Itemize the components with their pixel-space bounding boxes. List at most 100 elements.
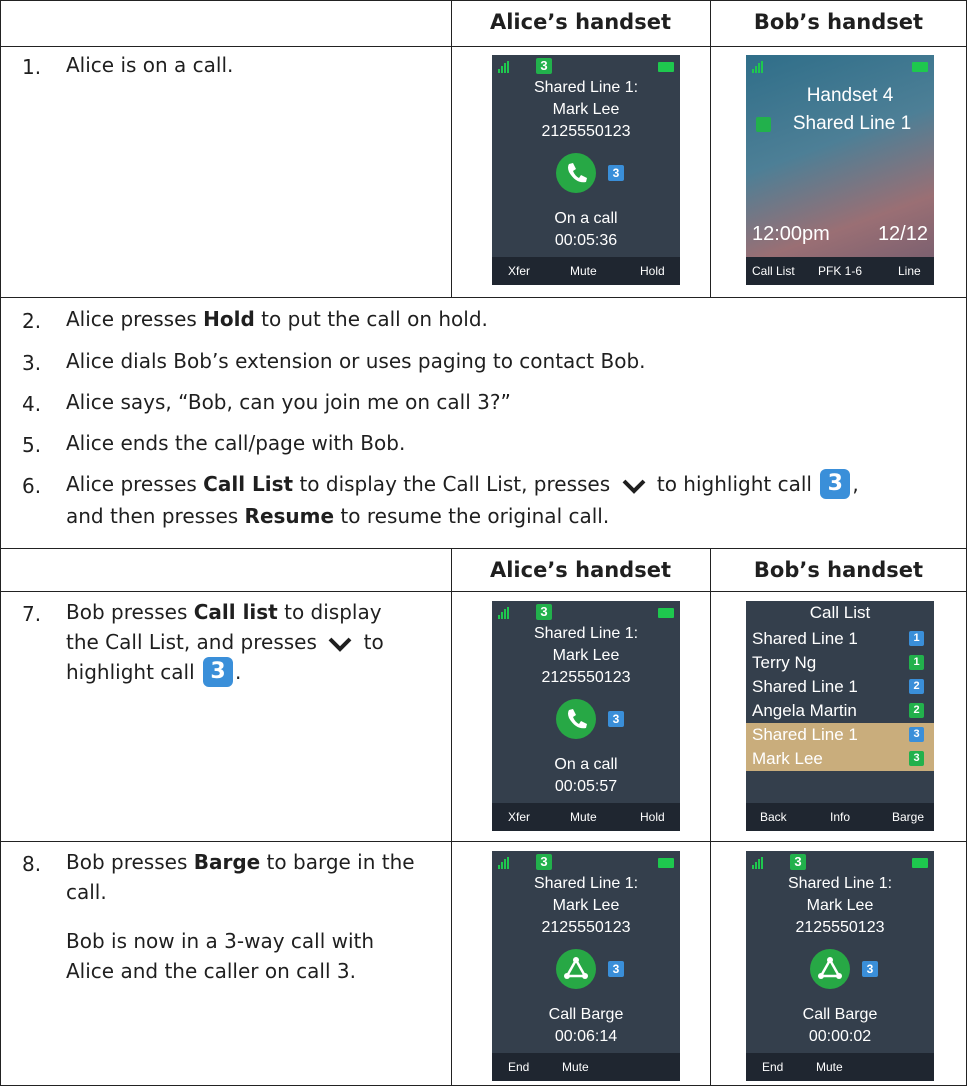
col-divider bbox=[451, 548, 452, 1086]
battery-icon bbox=[658, 62, 674, 72]
end-softkey[interactable]: End bbox=[762, 1060, 783, 1074]
handset-name: Handset 4 bbox=[806, 85, 894, 106]
call-list-item[interactable]: Shared Line 11 bbox=[746, 627, 934, 651]
chevron-down-icon bbox=[622, 479, 645, 494]
step-text: Alice says, “Bob, can you join me on cal… bbox=[66, 390, 511, 414]
softkey-bar: Xfer Mute Hold bbox=[492, 803, 680, 831]
call-list-title: Call List bbox=[746, 601, 934, 625]
battery-icon bbox=[658, 858, 674, 868]
chevron-down-icon bbox=[328, 637, 352, 652]
header-alice: Alice’s handset bbox=[489, 558, 671, 582]
softkey-bar: Xfer Mute Hold bbox=[492, 257, 680, 285]
call-line: Shared Line 1: bbox=[787, 875, 893, 892]
call-timer: 00:06:14 bbox=[554, 1028, 618, 1045]
mute-softkey[interactable]: Mute bbox=[570, 810, 597, 824]
call-3-badge-icon: 3 bbox=[820, 468, 851, 499]
caller-name: Mark Lee bbox=[552, 101, 620, 118]
line-badge: 3 bbox=[909, 727, 924, 742]
step-text: Alice presses Hold to put the call on ho… bbox=[66, 307, 488, 331]
col-divider bbox=[710, 548, 711, 1086]
softkey-bar: Back Info Barge bbox=[746, 803, 934, 831]
step-text: Alice presses Call List to display the C… bbox=[66, 468, 859, 528]
call-list-softkey[interactable]: Call List bbox=[752, 264, 795, 278]
battery-icon bbox=[912, 858, 928, 868]
hold-softkey[interactable]: Hold bbox=[640, 264, 665, 278]
pfk-softkey[interactable]: PFK 1-6 bbox=[818, 264, 862, 278]
status-bar: 3 bbox=[746, 851, 934, 873]
step-text: Alice ends the call/page with Bob. bbox=[66, 431, 406, 455]
caller-number: 2125550123 bbox=[795, 919, 885, 936]
line-badge: 2 bbox=[909, 679, 924, 694]
caller-name: Mark Lee bbox=[552, 647, 620, 664]
signal-icon bbox=[498, 607, 509, 619]
xfer-softkey[interactable]: Xfer bbox=[508, 810, 530, 824]
call-list-item[interactable]: Terry Ng 1 bbox=[746, 651, 934, 675]
bob-handset-screen: 3 Shared Line 1: Mark Lee 2125550123 3 C… bbox=[746, 851, 934, 1081]
step-number: 4. bbox=[22, 392, 42, 416]
line-label: Shared Line 1 bbox=[792, 113, 912, 134]
step-number: 3. bbox=[22, 351, 42, 375]
conference-icon bbox=[810, 949, 850, 989]
softkey-bar: End Mute bbox=[492, 1053, 680, 1081]
line-badge: 3 bbox=[536, 854, 552, 870]
step-number: 6. bbox=[22, 474, 42, 498]
phone-icon bbox=[556, 699, 596, 739]
caller-name: Mark Lee bbox=[552, 897, 620, 914]
call-3-badge-icon: 3 bbox=[608, 961, 624, 977]
line-badge: 3 bbox=[536, 604, 552, 620]
step-number: 2. bbox=[22, 309, 42, 333]
line-badge: 3 bbox=[790, 854, 806, 870]
conference-icon bbox=[556, 949, 596, 989]
call-status: On a call bbox=[554, 210, 618, 227]
caller-number: 2125550123 bbox=[541, 919, 631, 936]
row-divider bbox=[0, 841, 967, 842]
line-badge: 1 bbox=[909, 631, 924, 646]
status-bar bbox=[746, 55, 934, 77]
call-line: Shared Line 1: bbox=[533, 625, 639, 642]
status-bar: 3 bbox=[492, 55, 680, 77]
call-list-item[interactable]: Angela Martin 2 bbox=[746, 699, 934, 723]
step-number: 7. bbox=[22, 602, 42, 626]
line-badge: 1 bbox=[909, 655, 924, 670]
call-3-badge-icon: 3 bbox=[608, 711, 624, 727]
col-divider bbox=[710, 0, 711, 297]
call-status: On a call bbox=[554, 756, 618, 773]
call-list-item-selected[interactable]: Mark Lee 3 bbox=[746, 747, 934, 771]
step-text: Bob is now in a 3-way call with Alice and… bbox=[66, 929, 375, 983]
call-timer: 00:05:57 bbox=[554, 778, 618, 795]
signal-icon bbox=[498, 857, 509, 869]
line-badge: 2 bbox=[909, 703, 924, 718]
header-alice: Alice’s handset bbox=[489, 10, 671, 34]
call-list-item[interactable]: Shared Line 12 bbox=[746, 675, 934, 699]
line-softkey[interactable]: Line bbox=[898, 264, 921, 278]
battery-icon bbox=[912, 62, 928, 72]
step-text: Bob presses Call list to display the Cal… bbox=[66, 597, 446, 689]
step-text: Alice is on a call. bbox=[66, 53, 234, 77]
step-number: 5. bbox=[22, 433, 42, 457]
barge-softkey[interactable]: Barge bbox=[892, 810, 924, 824]
back-softkey[interactable]: Back bbox=[760, 810, 787, 824]
call-status: Call Barge bbox=[802, 1006, 878, 1023]
header-bob: Bob’s handset bbox=[753, 10, 924, 34]
step-number: 8. bbox=[22, 852, 42, 876]
step-text: Bob presses Barge to barge in the call. bbox=[66, 850, 415, 904]
call-line: Shared Line 1: bbox=[533, 79, 639, 96]
caller-number: 2125550123 bbox=[541, 123, 631, 140]
xfer-softkey[interactable]: Xfer bbox=[508, 264, 530, 278]
call-list-item-selected[interactable]: Shared Line 13 bbox=[746, 723, 934, 747]
hold-softkey[interactable]: Hold bbox=[640, 810, 665, 824]
row-divider bbox=[0, 548, 967, 549]
row-divider bbox=[0, 591, 967, 592]
step-text: Alice dials Bob’s extension or uses pagi… bbox=[66, 349, 646, 373]
mute-softkey[interactable]: Mute bbox=[816, 1060, 843, 1074]
mute-softkey[interactable]: Mute bbox=[562, 1060, 589, 1074]
phone-icon bbox=[556, 153, 596, 193]
alice-handset-screen: 3 Shared Line 1: Mark Lee 2125550123 3 C… bbox=[492, 851, 680, 1081]
softkey-bar: End Mute bbox=[746, 1053, 934, 1081]
info-softkey[interactable]: Info bbox=[830, 810, 850, 824]
date: 12/12 bbox=[877, 223, 928, 245]
mute-softkey[interactable]: Mute bbox=[570, 264, 597, 278]
end-softkey[interactable]: End bbox=[508, 1060, 529, 1074]
alice-handset-screen: 3 Shared Line 1: Mark Lee 2125550123 3 O… bbox=[492, 601, 680, 831]
call-timer: 00:00:02 bbox=[808, 1028, 872, 1045]
